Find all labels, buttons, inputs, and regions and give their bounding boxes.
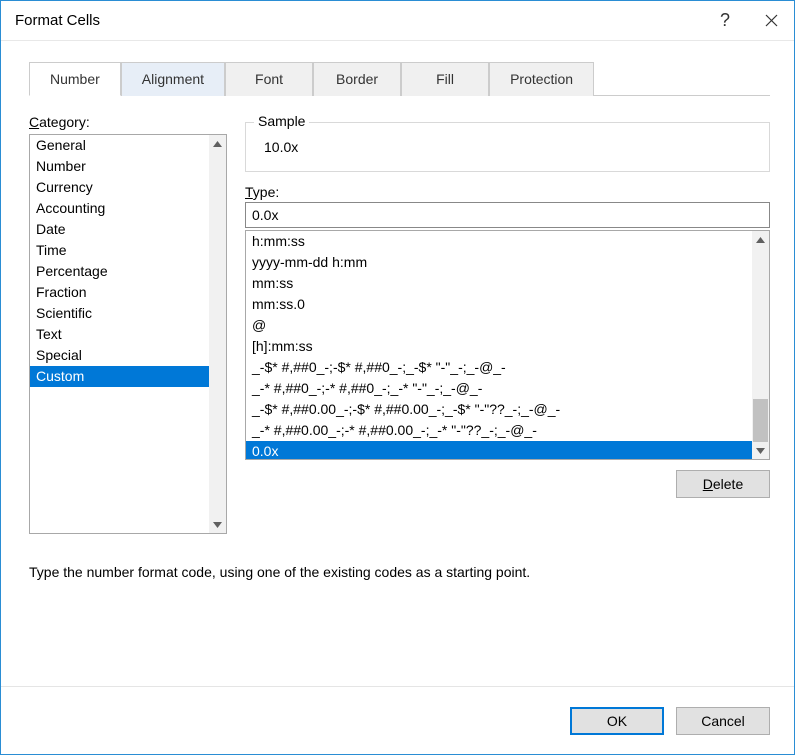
format-code-item[interactable]: h:mm:ss xyxy=(246,231,752,252)
close-icon xyxy=(765,14,778,27)
category-label: Category: xyxy=(29,114,227,130)
sample-value: 10.0x xyxy=(258,133,757,157)
dialog-footer: OK Cancel xyxy=(1,686,794,754)
tab-protection[interactable]: Protection xyxy=(489,62,594,96)
format-scrollbar[interactable] xyxy=(752,231,769,459)
sample-label: Sample xyxy=(254,113,309,129)
format-code-item[interactable]: [h]:mm:ss xyxy=(246,336,752,357)
delete-button[interactable]: Delete xyxy=(676,470,770,498)
tab-alignment[interactable]: Alignment xyxy=(121,62,225,96)
ok-button[interactable]: OK xyxy=(570,707,664,735)
category-item[interactable]: Percentage xyxy=(30,261,209,282)
category-item[interactable]: Text xyxy=(30,324,209,345)
category-item[interactable]: General xyxy=(30,135,209,156)
format-code-item[interactable]: @ xyxy=(246,315,752,336)
tab-bar: Number Alignment Font Border Fill Protec… xyxy=(29,61,770,96)
category-item[interactable]: Date xyxy=(30,219,209,240)
close-button[interactable] xyxy=(748,1,794,41)
titlebar: Format Cells ? xyxy=(1,1,794,41)
dialog-title: Format Cells xyxy=(15,12,702,29)
format-code-item[interactable]: _-$* #,##0.00_-;-$* #,##0.00_-;_-$* "-"?… xyxy=(246,399,752,420)
format-code-item[interactable]: yyyy-mm-dd h:mm xyxy=(246,252,752,273)
category-listbox[interactable]: GeneralNumberCurrencyAccountingDateTimeP… xyxy=(29,134,227,534)
tab-fill[interactable]: Fill xyxy=(401,62,489,96)
type-input[interactable] xyxy=(245,202,770,228)
scroll-up-icon[interactable] xyxy=(209,135,226,152)
category-item[interactable]: Time xyxy=(30,240,209,261)
format-code-item[interactable]: _-$* #,##0_-;-$* #,##0_-;_-$* "-"_-;_-@_… xyxy=(246,357,752,378)
format-codes-listbox[interactable]: h:mm:ssyyyy-mm-dd h:mmmm:ssmm:ss.0@[h]:m… xyxy=(245,230,770,460)
format-code-item[interactable]: _-* #,##0_-;-* #,##0_-;_-* "-"_-;_-@_- xyxy=(246,378,752,399)
tab-number[interactable]: Number xyxy=(29,62,121,96)
dialog-content: Number Alignment Font Border Fill Protec… xyxy=(1,41,794,686)
category-scrollbar[interactable] xyxy=(209,135,226,533)
tab-font[interactable]: Font xyxy=(225,62,313,96)
format-cells-dialog: Format Cells ? Number Alignment Font Bor… xyxy=(0,0,795,755)
scroll-up-icon[interactable] xyxy=(752,231,769,248)
format-code-item[interactable]: _-* #,##0.00_-;-* #,##0.00_-;_-* "-"??_-… xyxy=(246,420,752,441)
cancel-button[interactable]: Cancel xyxy=(676,707,770,735)
type-label: Type: xyxy=(245,184,770,200)
format-code-item[interactable]: 0.0x xyxy=(246,441,752,459)
sample-group: Sample 10.0x xyxy=(245,122,770,172)
category-item[interactable]: Scientific xyxy=(30,303,209,324)
category-item[interactable]: Currency xyxy=(30,177,209,198)
scroll-down-icon[interactable] xyxy=(209,516,226,533)
tab-border[interactable]: Border xyxy=(313,62,401,96)
number-tab-panel: Category: GeneralNumberCurrencyAccountin… xyxy=(29,96,770,686)
category-item[interactable]: Fraction xyxy=(30,282,209,303)
help-icon: ? xyxy=(720,10,730,31)
category-item[interactable]: Special xyxy=(30,345,209,366)
hint-text: Type the number format code, using one o… xyxy=(29,564,770,580)
category-item[interactable]: Accounting xyxy=(30,198,209,219)
category-item[interactable]: Custom xyxy=(30,366,209,387)
format-code-item[interactable]: mm:ss.0 xyxy=(246,294,752,315)
scroll-down-icon[interactable] xyxy=(752,442,769,459)
format-code-item[interactable]: mm:ss xyxy=(246,273,752,294)
category-item[interactable]: Number xyxy=(30,156,209,177)
help-button[interactable]: ? xyxy=(702,1,748,41)
